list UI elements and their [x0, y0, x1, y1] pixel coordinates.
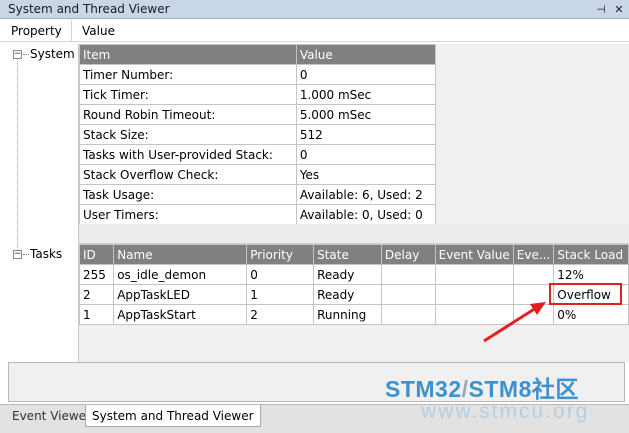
tree-dots	[23, 253, 29, 255]
system-table: Item Value Timer Number: 0 Tick Timer: 1.0…	[79, 44, 629, 225]
system-item-cell: Task Usage:	[79, 184, 297, 205]
tab-event-viewer[interactable]: Event Viewer	[6, 405, 97, 427]
task-name-cell: os_idle_demon	[113, 264, 248, 285]
task-state-cell: Ready	[313, 284, 382, 305]
description-panel	[8, 362, 625, 402]
task-name-cell: AppTaskStart	[113, 304, 248, 325]
tree-node-tasks-label: Tasks	[30, 247, 63, 261]
table-row[interactable]: 1 AppTaskStart 2 Running 0%	[78, 304, 629, 325]
task-delay-cell	[380, 304, 436, 325]
task-priority-cell: 0	[246, 264, 315, 285]
task-state-cell: Ready	[313, 264, 382, 285]
system-item-cell: User Timers:	[79, 204, 297, 225]
tasks-col-delay[interactable]: Delay	[380, 244, 436, 265]
close-icon[interactable]: ✕	[611, 1, 627, 17]
task-id-cell: 255	[78, 264, 115, 285]
empty-cell	[435, 104, 629, 125]
system-item-cell: Stack Size:	[79, 124, 297, 145]
system-value-cell: 5.000 mSec	[295, 104, 436, 125]
empty-cell	[435, 84, 629, 105]
system-item-cell: Tick Timer:	[79, 84, 297, 105]
empty-cell	[435, 184, 629, 205]
system-col-item[interactable]: Item	[79, 44, 297, 65]
window-title: System and Thread Viewer	[8, 2, 170, 16]
table-row[interactable]: Round Robin Timeout: 5.000 mSec	[79, 104, 629, 125]
tree-panel: − System − Tasks	[0, 42, 78, 362]
tasks-table-header-row: ID Name Priority State Delay Event Value…	[78, 244, 629, 265]
tasks-table: ID Name Priority State Delay Event Value…	[78, 244, 629, 325]
property-column-header[interactable]: Property	[0, 20, 72, 41]
empty-cell	[435, 164, 629, 185]
table-row[interactable]: Tick Timer: 1.000 mSec	[79, 84, 629, 105]
collapse-icon[interactable]: −	[13, 249, 22, 259]
task-state-cell: Running	[313, 304, 382, 325]
task-event-value-cell	[434, 284, 514, 305]
task-stack-load-cell: 12%	[553, 264, 629, 285]
tasks-col-id[interactable]: ID	[78, 244, 115, 265]
task-stack-load-cell: 0%	[553, 304, 629, 325]
task-event-mask-cell	[512, 264, 555, 285]
property-grid-header: Property Value	[0, 20, 629, 42]
task-event-value-cell	[434, 264, 514, 285]
tree-dots	[23, 53, 29, 55]
value-column-header[interactable]: Value	[72, 24, 115, 38]
task-id-cell: 1	[78, 304, 115, 325]
system-value-cell: Available: 6, Used: 2	[295, 184, 436, 205]
system-table-header-row: Item Value	[79, 44, 629, 65]
tab-system-and-thread-viewer[interactable]: System and Thread Viewer	[85, 405, 261, 427]
section-spacer	[79, 224, 629, 244]
task-event-value-cell	[434, 304, 514, 325]
task-delay-cell	[380, 264, 436, 285]
task-event-mask-cell	[512, 284, 555, 305]
tasks-col-event-value[interactable]: Event Value	[434, 244, 514, 265]
tree-connector	[17, 54, 18, 254]
task-priority-cell: 2	[246, 304, 315, 325]
task-delay-cell	[380, 284, 436, 305]
table-row[interactable]: Stack Overflow Check: Yes	[79, 164, 629, 185]
task-name-cell: AppTaskLED	[113, 284, 248, 305]
system-item-cell: Timer Number:	[79, 64, 297, 85]
tasks-col-event-mask[interactable]: Eve...	[512, 244, 555, 265]
system-value-cell: 0	[295, 64, 436, 85]
empty-cell	[435, 64, 629, 85]
table-row[interactable]: 2 AppTaskLED 1 Ready Overflow	[78, 284, 629, 305]
system-item-cell: Tasks with User-provided Stack:	[79, 144, 297, 165]
empty-cell	[435, 144, 629, 165]
empty-cell	[435, 124, 629, 145]
task-stack-load-cell: Overflow	[553, 284, 629, 305]
table-row[interactable]: 255 os_idle_demon 0 Ready 12%	[78, 264, 629, 285]
system-col-empty	[435, 44, 629, 65]
task-priority-cell: 1	[246, 284, 315, 305]
window-titlebar: System and Thread Viewer ⊣ ✕	[0, 0, 629, 19]
tasks-col-stack-load[interactable]: Stack Load	[553, 244, 629, 265]
table-row[interactable]: User Timers: Available: 0, Used: 0	[79, 204, 629, 225]
system-col-value[interactable]: Value	[295, 44, 436, 65]
tree-node-system[interactable]: − System	[13, 47, 75, 61]
system-value-cell: Available: 0, Used: 0	[295, 204, 436, 225]
bottom-tab-strip: Event Viewer System and Thread Viewer	[0, 404, 629, 433]
tree-node-system-label: System	[30, 47, 75, 61]
tree-node-tasks[interactable]: − Tasks	[13, 247, 62, 261]
table-row[interactable]: Tasks with User-provided Stack: 0	[79, 144, 629, 165]
property-grid: Item Value Timer Number: 0 Tick Timer: 1.0…	[78, 44, 629, 362]
system-value-cell: 0	[295, 144, 436, 165]
task-id-cell: 2	[78, 284, 115, 305]
pin-icon[interactable]: ⊣	[593, 1, 609, 17]
tasks-col-state[interactable]: State	[313, 244, 382, 265]
system-value-cell: 1.000 mSec	[295, 84, 436, 105]
tasks-col-priority[interactable]: Priority	[246, 244, 315, 265]
empty-cell	[435, 204, 629, 225]
table-row[interactable]: Stack Size: 512	[79, 124, 629, 145]
table-row[interactable]: Timer Number: 0	[79, 64, 629, 85]
task-event-mask-cell	[512, 304, 555, 325]
table-row[interactable]: Task Usage: Available: 6, Used: 2	[79, 184, 629, 205]
system-value-cell: 512	[295, 124, 436, 145]
collapse-icon[interactable]: −	[13, 49, 22, 59]
system-item-cell: Stack Overflow Check:	[79, 164, 297, 185]
system-value-cell: Yes	[295, 164, 436, 185]
tasks-col-name[interactable]: Name	[113, 244, 248, 265]
system-item-cell: Round Robin Timeout:	[79, 104, 297, 125]
